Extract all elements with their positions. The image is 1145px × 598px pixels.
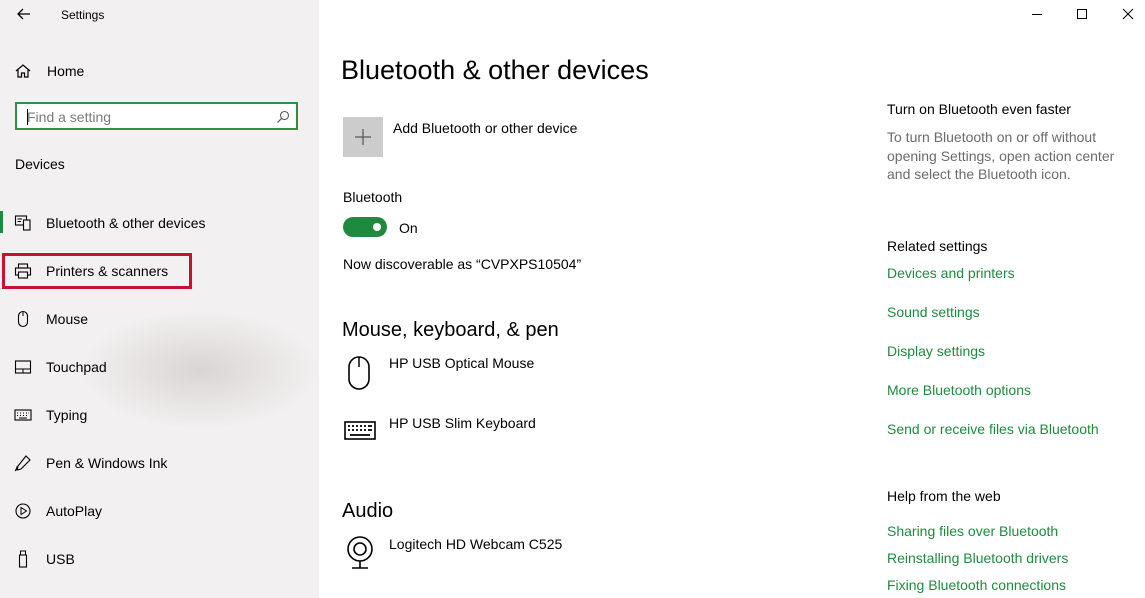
tip-text: To turn Bluetooth on or off without open…	[887, 129, 1115, 182]
tip-title: Turn on Bluetooth even faster	[887, 101, 1071, 117]
sidebar-item-label: Bluetooth & other devices	[46, 215, 206, 231]
sidebar-item-usb[interactable]: USB	[0, 537, 319, 581]
section-title-mouse-keyboard: Mouse, keyboard, & pen	[342, 319, 559, 341]
link-reinstalling-drivers[interactable]: Reinstalling Bluetooth drivers	[887, 550, 1068, 566]
page-title: Bluetooth & other devices	[341, 55, 649, 85]
link-sound-settings[interactable]: Sound settings	[887, 304, 980, 320]
sidebar-item-pen[interactable]: Pen & Windows Ink	[0, 441, 319, 485]
sidebar-item-autoplay[interactable]: AutoPlay	[0, 489, 319, 533]
home-icon	[15, 64, 31, 78]
keyboard-device-icon	[344, 421, 376, 440]
plus-icon	[355, 129, 371, 145]
search-input[interactable]	[25, 108, 269, 126]
sidebar-item-label: Home	[47, 63, 85, 79]
sidebar-item-label: Typing	[46, 407, 88, 423]
sidebar-item-mouse[interactable]: Mouse	[0, 297, 319, 341]
section-label: Devices	[15, 156, 65, 172]
autoplay-icon	[15, 503, 31, 519]
link-more-bluetooth-options[interactable]: More Bluetooth options	[887, 382, 1031, 398]
section-title-audio: Audio	[342, 500, 394, 522]
related-settings-title: Related settings	[887, 238, 988, 254]
link-send-receive-files[interactable]: Send or receive files via Bluetooth	[887, 421, 1099, 437]
link-display-settings[interactable]: Display settings	[887, 343, 985, 359]
device-item-mouse[interactable]: HP USB Optical Mouse	[389, 355, 534, 371]
device-item-webcam[interactable]: Logitech HD Webcam C525	[389, 536, 562, 552]
pen-icon	[14, 455, 31, 472]
touchpad-icon	[14, 360, 32, 374]
sidebar-item-label: Mouse	[46, 311, 89, 327]
add-device-label[interactable]: Add Bluetooth or other device	[393, 120, 577, 136]
close-icon[interactable]	[1120, 6, 1136, 22]
link-devices-and-printers[interactable]: Devices and printers	[887, 265, 1015, 281]
sidebar-item-typing[interactable]: Typing	[0, 393, 319, 437]
keyboard-icon	[14, 409, 32, 421]
mouse-device-icon	[348, 356, 370, 390]
sidebar-item-bluetooth[interactable]: Bluetooth & other devices	[0, 201, 319, 245]
search-box[interactable]	[15, 102, 298, 130]
bluetooth-state: On	[399, 220, 418, 236]
sidebar-item-label: Touchpad	[46, 359, 107, 375]
back-arrow-icon[interactable]	[14, 4, 34, 24]
minimize-icon[interactable]	[1029, 6, 1045, 22]
sidebar: Settings Home Devices Bluetooth & other …	[0, 0, 319, 598]
window-title: Settings	[61, 8, 105, 22]
link-fixing-connections[interactable]: Fixing Bluetooth connections	[887, 577, 1066, 593]
sidebar-item-touchpad[interactable]: Touchpad	[0, 345, 319, 389]
device-item-keyboard[interactable]: HP USB Slim Keyboard	[389, 415, 536, 431]
help-title: Help from the web	[887, 488, 1001, 504]
discoverable-text: Now discoverable as “CVPXPS10504”	[343, 256, 582, 272]
sidebar-item-home[interactable]: Home	[0, 49, 319, 93]
bluetooth-devices-icon	[14, 215, 31, 231]
sidebar-item-label: USB	[46, 551, 75, 567]
maximize-icon[interactable]	[1074, 6, 1090, 22]
search-icon[interactable]	[276, 110, 290, 124]
mouse-icon	[17, 310, 29, 328]
usb-icon	[18, 550, 28, 568]
bluetooth-label: Bluetooth	[343, 189, 403, 205]
sidebar-item-label: AutoPlay	[46, 503, 103, 519]
bluetooth-toggle[interactable]	[343, 217, 387, 237]
toggle-knob	[373, 223, 381, 231]
webcam-device-icon	[347, 536, 373, 569]
highlight-box	[2, 253, 192, 289]
link-sharing-files[interactable]: Sharing files over Bluetooth	[887, 523, 1058, 539]
sidebar-item-label: Pen & Windows Ink	[46, 455, 168, 471]
add-device-button[interactable]	[343, 117, 383, 157]
